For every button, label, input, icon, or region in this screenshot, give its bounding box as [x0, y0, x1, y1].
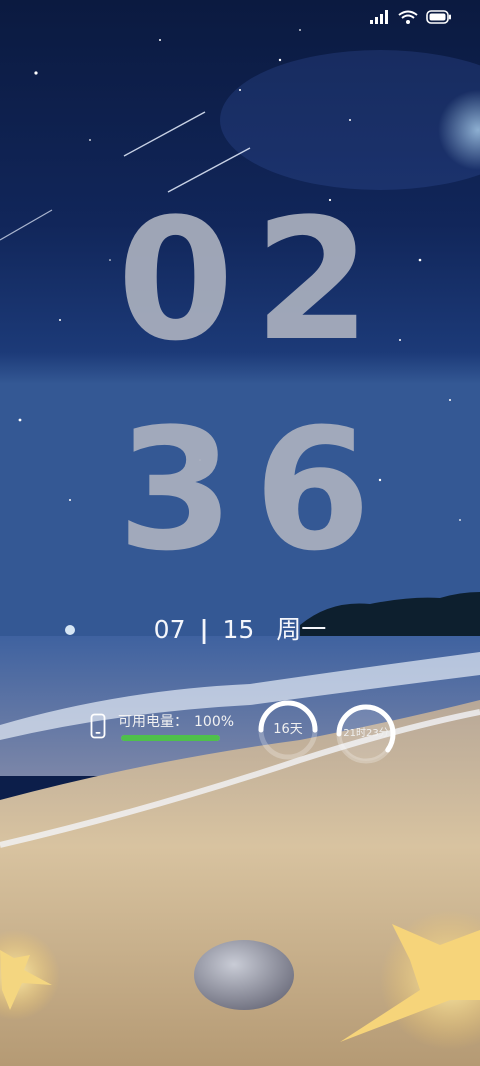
date-weekday: 周一 [276, 615, 327, 644]
days-ring-text: 16天 [273, 722, 303, 737]
clock-hours: 02 [117, 182, 391, 378]
battery-label-text: 可用电量： [118, 714, 188, 730]
battery-label: 可用电量： 100% [118, 711, 234, 731]
battery-level-fill [121, 735, 220, 741]
time-ring-text: 21时23分 [343, 728, 389, 739]
date-separator: | [199, 615, 209, 644]
phone-icon [90, 713, 106, 743]
status-bar [370, 10, 452, 24]
battery-value: 100% [194, 714, 235, 730]
date-day: 15 [222, 615, 255, 644]
wifi-icon [398, 10, 418, 24]
date-month: 07 [153, 615, 186, 644]
signal-bars-icon [370, 10, 390, 24]
clock-minutes: 36 [117, 392, 391, 588]
days-ring-widget[interactable]: 16天 [256, 698, 320, 762]
battery-level-bar [121, 735, 220, 741]
battery-icon [426, 10, 452, 24]
battery-widget[interactable]: 可用电量： 100% [90, 708, 240, 748]
time-ring-widget[interactable]: 21时23分 [334, 702, 398, 766]
date-row: 07 | 15 周一 [0, 610, 480, 646]
